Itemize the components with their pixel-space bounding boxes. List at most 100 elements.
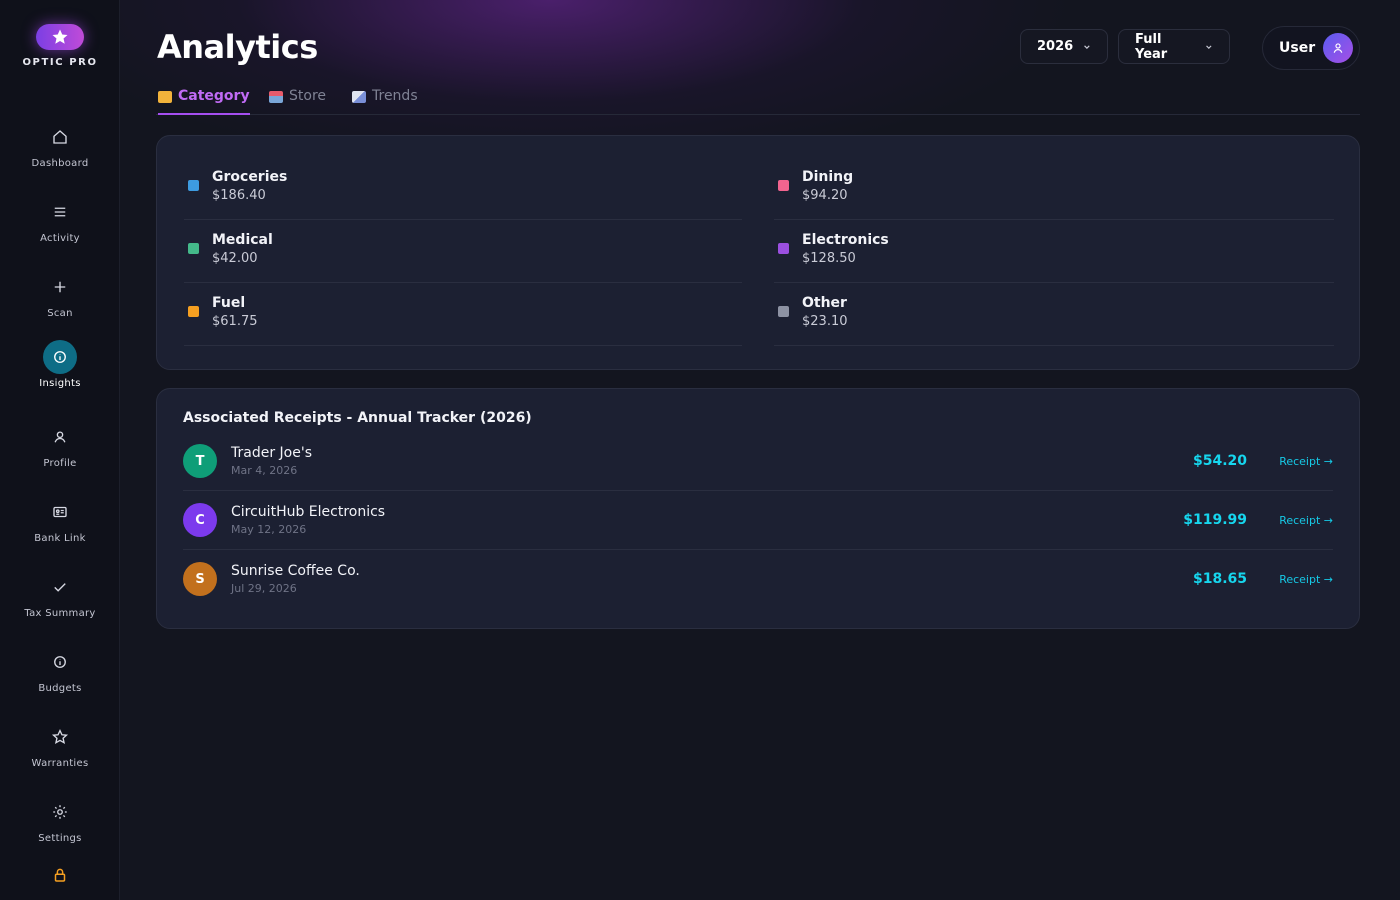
category-amount: $186.40 [212,188,266,203]
store-icon [269,91,283,103]
sidebar-item-settings[interactable]: Settings [0,795,120,859]
list-icon [43,195,77,229]
sidebar-item-scan[interactable]: Scan [0,270,120,334]
merchant-avatar: C [183,503,217,537]
category-color-swatch [188,306,199,317]
year-select-value: 2026 [1037,39,1074,54]
sidebar-item-label: Profile [43,458,77,469]
category-amount: $61.75 [212,314,258,329]
category-name: Dining [802,169,854,185]
merchant-initial: S [195,571,205,587]
sidebar-item-profile[interactable]: Profile [0,420,120,484]
chevron-down-icon [1084,44,1090,49]
sidebar-item-label: Settings [38,833,82,844]
chart-icon [352,91,366,103]
receipt-amount: $119.99 [1183,512,1247,528]
category-color-swatch [778,243,789,254]
star-icon [36,24,84,50]
period-select-value: Full Year [1135,31,1168,62]
category-name: Fuel [212,295,246,311]
sidebar-item-tax-summary[interactable]: Tax Summary [0,570,120,634]
category-row-electronics[interactable]: Electronics $128.50 [774,220,1334,283]
tab-label: Trends [372,88,418,104]
period-select[interactable]: Full Year [1118,29,1230,64]
category-amount: $94.20 [802,188,848,203]
merchant-initial: T [195,453,205,469]
sidebar-item-label: Budgets [38,683,82,694]
merchant-avatar: T [183,444,217,478]
sidebar-item-label: Tax Summary [24,608,96,619]
merchant-name: CircuitHub Electronics [231,504,386,520]
sidebar-item-label: Bank Link [34,533,86,544]
tab-label: Store [289,88,327,104]
user-menu[interactable]: User [1262,26,1360,70]
merchant-avatar: S [183,562,217,596]
user-icon [1333,43,1343,53]
category-row-other[interactable]: Other $23.10 [774,283,1334,346]
sidebar-item-bank-link[interactable]: Bank Link [0,495,120,559]
sidebar-item-label: Warranties [31,758,89,769]
id-card-icon [43,495,77,529]
info-icon [43,645,77,679]
tab-store[interactable]: Store [269,84,326,115]
receipt-amount: $54.20 [1192,453,1247,469]
checkmark-icon [43,570,77,604]
view-receipt-link[interactable]: Receipt → [1279,455,1333,468]
chevron-down-icon [1206,44,1212,49]
category-color-swatch [188,243,199,254]
brand-name: OPTIC PRO [22,57,98,68]
sidebar-item-label: Scan [47,308,73,319]
receipt-row[interactable]: T Trader Joe's Mar 4, 2026 $54.20 Receip… [183,432,1333,491]
category-amount: $42.00 [212,251,258,266]
home-icon [43,120,77,154]
receipt-row[interactable]: C CircuitHub Electronics May 12, 2026 $1… [183,491,1333,550]
category-amount: $128.50 [802,251,856,266]
category-amount: $23.10 [802,314,848,329]
sidebar-item-budgets[interactable]: Budgets [0,645,120,709]
user-icon [43,420,77,454]
sidebar-item-warranties[interactable]: Warranties [0,720,120,784]
plus-icon [43,270,77,304]
category-color-swatch [778,180,789,191]
receipt-amount: $18.65 [1192,571,1247,587]
gear-icon [43,795,77,829]
tab-category[interactable]: Category [158,84,250,115]
sidebar-item-activity[interactable]: Activity [0,195,120,259]
tab-bar: Category Store Trends [156,84,1360,115]
category-name: Other [802,295,847,311]
user-name: User [1279,40,1316,56]
category-color-swatch [188,180,199,191]
sidebar-item-label: Insights [39,378,81,389]
category-row-dining[interactable]: Dining $94.20 [774,157,1334,220]
receipt-date: Jul 29, 2026 [231,582,297,595]
category-row-medical[interactable]: Medical $42.00 [184,220,742,283]
folder-icon [158,91,172,103]
category-color-swatch [778,306,789,317]
receipt-date: Mar 4, 2026 [231,464,298,477]
category-breakdown-card: Groceries $186.40 Dining $94.20 Medical … [156,135,1360,370]
sidebar-item-dashboard[interactable]: Dashboard [0,120,120,184]
lock-icon[interactable] [51,866,69,884]
info-icon [43,340,77,374]
page-title: Analytics [157,28,318,66]
tab-trends[interactable]: Trends [352,84,418,115]
receipt-row[interactable]: S Sunrise Coffee Co. Jul 29, 2026 $18.65… [183,550,1333,609]
view-receipt-link[interactable]: Receipt → [1279,514,1333,527]
category-name: Groceries [212,169,288,185]
category-name: Medical [212,232,273,248]
merchant-name: Sunrise Coffee Co. [231,563,360,579]
merchant-initial: C [195,512,205,528]
view-receipt-link[interactable]: Receipt → [1279,573,1333,586]
sidebar-item-insights[interactable]: Insights [0,340,120,404]
avatar [1323,33,1353,63]
receipt-date: May 12, 2026 [231,523,307,536]
tab-label: Category [178,88,250,104]
sidebar-item-label: Activity [40,233,80,244]
associated-receipts-card: Associated Receipts - Annual Tracker (20… [156,388,1360,629]
star-icon [43,720,77,754]
logo[interactable]: OPTIC PRO [0,24,120,68]
category-name: Electronics [802,232,889,248]
category-row-fuel[interactable]: Fuel $61.75 [184,283,742,346]
year-select[interactable]: 2026 [1020,29,1108,64]
category-row-groceries[interactable]: Groceries $186.40 [184,157,742,220]
